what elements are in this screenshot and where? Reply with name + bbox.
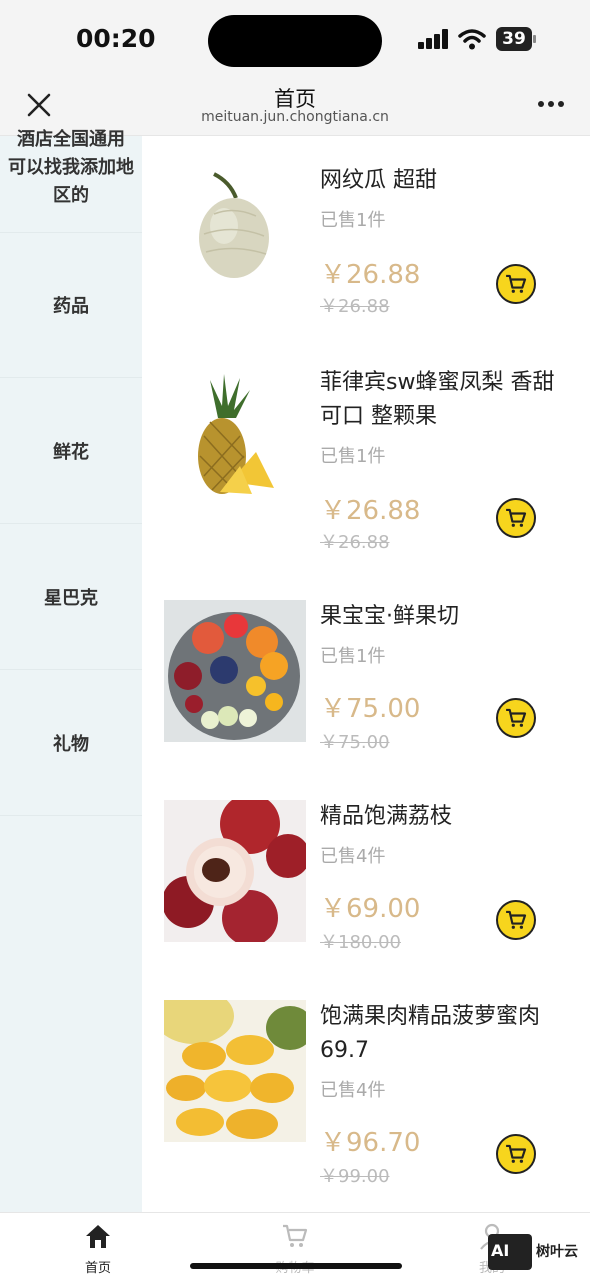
battery-level: 39 [496,27,532,51]
product-card[interactable]: 精品饱满荔枝 已售4件 ￥69.00 ￥180.00 [164,800,574,1000]
wifi-icon [458,29,486,50]
category-sidebar: 酒店全国通用 可以找我添加地 区的 药品 鲜花 星巴克 礼物 [0,129,142,1212]
add-to-cart-button[interactable] [496,900,536,940]
add-to-cart-button[interactable] [496,498,536,538]
cart-icon [506,1144,527,1163]
sidebar-item-medicine[interactable]: 药品 [0,232,142,378]
product-image-jackfruit [164,1000,306,1142]
tab-label: 首页 [84,1261,111,1276]
product-price: ￥26.88 [320,496,421,526]
product-name: 精品饱满荔枝 [320,804,453,829]
product-price: ￥96.70 [320,1128,421,1158]
product-sold-count: 已售4件 [320,846,386,867]
add-to-cart-button[interactable] [496,698,536,738]
product-original-price: ￥180.00 [320,932,401,953]
product-image-pineapple [164,366,306,508]
dynamic-island [208,15,382,67]
battery-icon: 39 [496,27,536,51]
sidebar-item-gifts[interactable]: 礼物 [0,670,142,816]
status-bar: 00:20 39 [0,0,590,80]
cart-icon [506,508,527,527]
product-card[interactable]: 饱满果肉精品菠萝蜜肉 69.7 已售4件 ￥96.70 ￥99.00 [164,1000,574,1200]
product-price: ￥69.00 [320,894,421,924]
more-icon[interactable] [536,92,566,116]
watermark: AI 树叶云 [488,1234,586,1272]
sidebar-item-starbucks[interactable]: 星巴克 [0,524,142,670]
product-image-fruit-platter [164,600,306,742]
sidebar-item-flowers[interactable]: 鲜花 [0,378,142,524]
add-to-cart-button[interactable] [496,1134,536,1174]
product-original-price: ￥26.88 [320,296,390,317]
product-card[interactable]: 果宝宝·鲜果切 已售1件 ￥75.00 ￥75.00 [164,600,574,800]
product-original-price: ￥99.00 [320,1166,390,1187]
product-price: ￥75.00 [320,694,421,724]
status-time: 00:20 [76,24,156,53]
sidebar-notice-line: 可以找我添加地 [8,157,134,178]
watermark-logo: AI [488,1234,532,1270]
product-original-price: ￥26.88 [320,532,390,553]
tab-home[interactable]: 首页 [48,1221,148,1276]
product-card[interactable]: 网纹瓜 超甜 已售1件 ￥26.88 ￥26.88 [164,164,574,364]
cart-icon [506,708,527,727]
product-price: ￥26.88 [320,260,421,290]
product-name: 果宝宝·鲜果切 [320,604,459,629]
product-image-lychee [164,800,306,942]
sidebar-notice-line: 区的 [53,185,89,206]
add-to-cart-button[interactable] [496,264,536,304]
cellular-signal-icon [418,29,448,49]
product-name: 网纹瓜 超甜 [320,168,437,193]
watermark-text: 树叶云 [536,1244,578,1260]
cart-icon [283,1224,308,1247]
cart-icon [506,910,527,929]
home-icon [86,1225,110,1248]
sidebar-notice-line: 酒店全国通用 [17,129,125,150]
product-sold-count: 已售4件 [320,1080,386,1101]
product-name: 饱满果肉精品菠萝蜜肉 69.7 [320,1004,541,1063]
product-sold-count: 已售1件 [320,210,386,231]
product-sold-count: 已售1件 [320,646,386,667]
product-card[interactable]: 菲律宾sw蜂蜜凤梨 香甜可口 整颗果 已售1件 ￥26.88 ￥26.88 [164,366,574,566]
product-original-price: ￥75.00 [320,732,390,753]
home-indicator[interactable] [190,1263,402,1269]
page-url: meituan.jun.chongtiana.cn [201,109,389,125]
cart-icon [506,274,527,293]
product-name: 菲律宾sw蜂蜜凤梨 香甜可口 整颗果 [320,370,555,429]
sidebar-notice: 酒店全国通用 可以找我添加地 区的 [0,126,142,210]
product-sold-count: 已售1件 [320,446,386,467]
product-image-melon [164,164,306,306]
